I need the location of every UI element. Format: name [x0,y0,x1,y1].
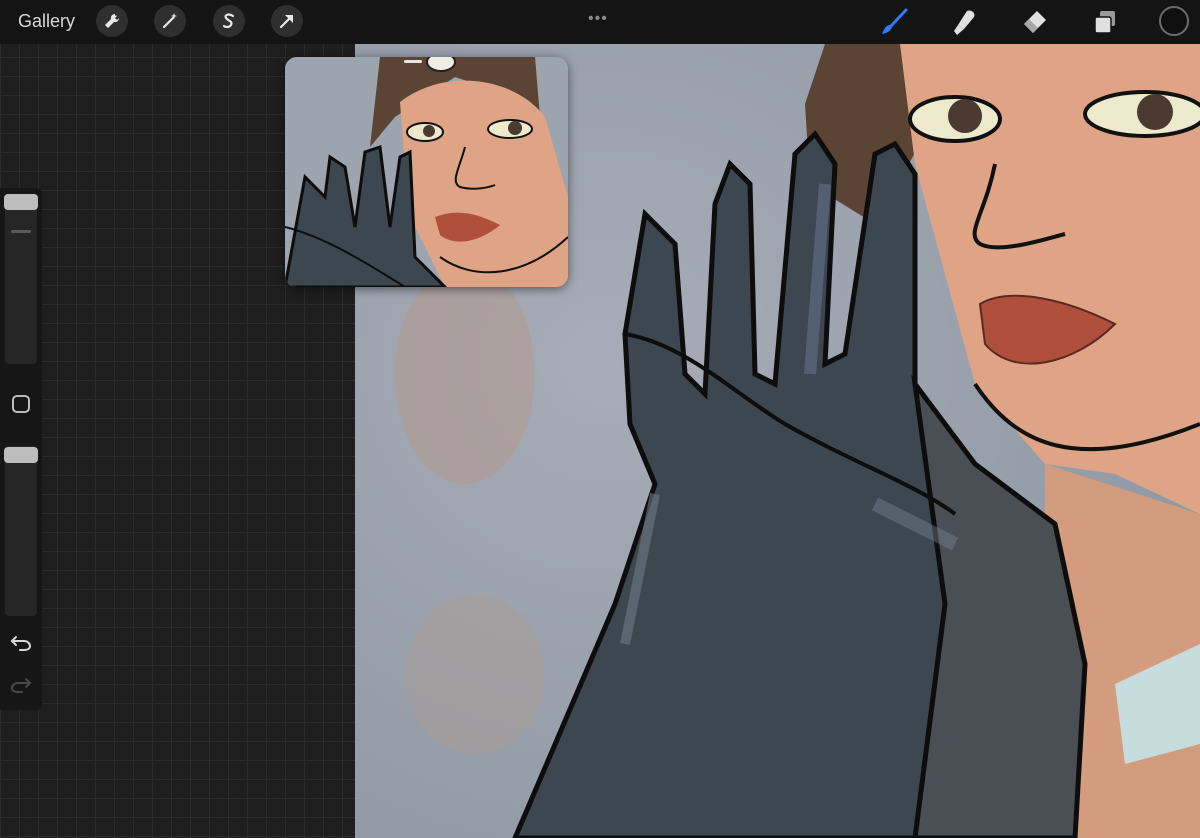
top-toolbar: Gallery ••• [0,0,1200,44]
color-picker-button[interactable] [1159,6,1189,36]
magic-wand-icon [162,13,177,29]
brush-tool-button[interactable] [878,6,910,38]
brush-icon [882,8,908,34]
brush-opacity-slider[interactable] [5,446,37,616]
more-options-icon[interactable]: ••• [588,10,608,28]
layers-icon [1094,11,1115,34]
undo-icon [10,636,32,651]
redo-icon [10,678,32,693]
slider-tick [11,230,31,233]
gallery-button[interactable]: Gallery [18,11,75,32]
reference-window[interactable] [285,57,568,287]
eraser-tool-button[interactable] [1018,6,1050,38]
selection-button[interactable] [213,5,245,37]
layers-button[interactable] [1089,6,1121,38]
brush-opacity-thumb[interactable] [4,447,38,463]
eraser-icon [1024,11,1046,33]
reference-drag-handle[interactable] [404,60,422,63]
redo-button[interactable] [10,673,32,695]
reference-artwork [285,57,568,287]
brush-size-thumb[interactable] [4,194,38,210]
undo-button[interactable] [10,631,32,653]
left-sidebar [0,188,42,710]
actions-button[interactable] [96,5,128,37]
smudge-tool-button[interactable] [948,6,980,38]
smudge-icon [954,10,975,35]
selection-s-icon [222,13,235,29]
wrench-icon [105,13,120,28]
modify-button[interactable] [11,394,31,414]
transform-arrow-icon [279,15,293,29]
brush-size-slider[interactable] [5,194,37,364]
modify-square-icon [12,395,30,413]
adjustments-button[interactable] [154,5,186,37]
transform-button[interactable] [271,5,303,37]
